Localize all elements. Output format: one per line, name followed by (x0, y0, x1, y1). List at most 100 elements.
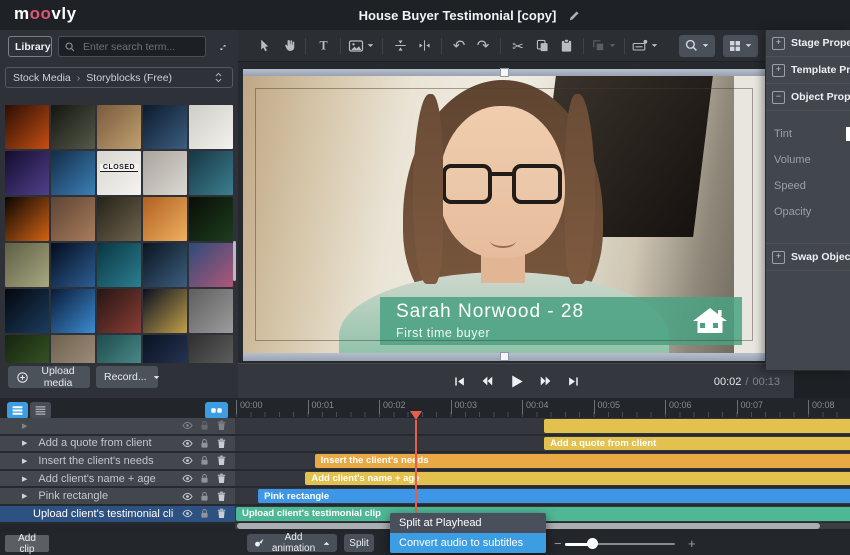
media-thumbnail-dark-flowers[interactable] (51, 105, 95, 149)
lower-third-overlay[interactable]: Sarah Norwood - 28 First time buyer (380, 297, 742, 345)
selection-handle[interactable] (500, 68, 509, 77)
cut-tool-button[interactable]: ✂ (506, 34, 530, 58)
track-header[interactable]: ▶ Pink rectangle (0, 488, 235, 504)
add-clip-button[interactable]: Add clip (5, 533, 49, 555)
lock-icon[interactable] (198, 437, 211, 450)
upload-media-button[interactable]: Upload media (8, 365, 90, 389)
search-input[interactable] (81, 39, 200, 54)
media-thumbnail-skin-closeup[interactable] (51, 197, 95, 241)
grid-view-tool-button[interactable] (723, 34, 758, 57)
media-thumbnail-skateboarder[interactable] (97, 105, 141, 149)
media-thumbnail-purple-galaxy[interactable] (5, 151, 49, 195)
eye-icon[interactable] (181, 490, 194, 503)
snap-button[interactable] (205, 402, 228, 419)
lock-icon[interactable] (198, 507, 211, 520)
clip-insert-the-client-s-needs[interactable]: Insert the client's needs (314, 454, 850, 468)
media-thumbnail-people-walking[interactable] (143, 151, 187, 195)
media-thumbnail-green-leaves[interactable] (5, 335, 49, 363)
trash-icon[interactable] (215, 454, 228, 467)
media-thumbnail-night-particles[interactable] (143, 335, 187, 363)
track-expand-arrow-icon[interactable]: ▶ (22, 422, 27, 430)
clip-add-a-quote-from-client[interactable]: Add a quote from client (544, 436, 850, 451)
trash-icon[interactable] (215, 507, 228, 520)
clip[interactable] (544, 419, 850, 433)
media-thumbnail-face-glasses-closeup[interactable] (189, 243, 233, 287)
redo-tool-button[interactable]: ↷ (471, 34, 495, 58)
zoom-tool-button[interactable] (679, 34, 715, 57)
play-button[interactable] (508, 373, 525, 390)
timeline-view-compact-button[interactable] (30, 402, 51, 419)
media-thumbnail-underwater-light[interactable] (97, 243, 141, 287)
lock-icon[interactable] (198, 419, 211, 432)
playhead-handle[interactable] (410, 411, 423, 420)
clip-add-client-s-name-age[interactable]: Add client's name + age (305, 471, 850, 486)
eye-icon[interactable] (181, 507, 194, 520)
selection-handle[interactable] (500, 352, 509, 361)
selection-bar-top[interactable] (243, 68, 765, 77)
undo-tool-button[interactable]: ↶ (447, 34, 471, 58)
media-thumbnail-ocean-waves[interactable] (97, 335, 141, 363)
skip-end-button[interactable] (567, 375, 580, 388)
fast-forward-button[interactable] (539, 374, 553, 388)
section-template-properties[interactable]: + Template Properties (766, 57, 850, 84)
context-menu-item-split-at-playhead[interactable]: Split at Playhead (390, 513, 546, 533)
media-thumbnail-code-screen[interactable] (189, 197, 233, 241)
track-header[interactable]: Upload client's testimonial clip (0, 505, 235, 522)
media-thumbnail-earth-horizon[interactable] (5, 289, 49, 333)
context-menu-item-convert-audio-to-subtitles[interactable]: Convert audio to subtitles (390, 533, 546, 553)
timeline-zoom-slider-knob[interactable] (587, 538, 598, 549)
library-scrollbar[interactable] (233, 241, 236, 281)
media-thumbnail-phone-in-hand[interactable] (143, 243, 187, 287)
media-thumbnail-earth-globe[interactable] (51, 243, 95, 287)
hand-tool-button[interactable] (276, 34, 300, 58)
trash-icon[interactable] (215, 437, 228, 450)
paste-tool-button[interactable] (554, 34, 578, 58)
expand-panel-button[interactable] (214, 38, 232, 56)
media-thumbnail-typing-keyboard[interactable] (97, 197, 141, 241)
lock-icon[interactable] (198, 472, 211, 485)
media-thumbnail-grayscale-dark[interactable] (189, 335, 233, 363)
property-tint[interactable]: Tint (766, 121, 850, 147)
video-preview[interactable]: Sarah Norwood - 28 First time buyer (243, 76, 765, 353)
media-source-select[interactable]: Stock Media › Storyblocks (Free) (5, 67, 233, 88)
track-expand-arrow-icon[interactable]: ▶ (22, 439, 27, 447)
media-thumbnail-glasses-reflection[interactable] (51, 151, 95, 195)
add-animation-button[interactable]: Add animation (247, 532, 337, 554)
media-thumbnail-silhouette-thinker[interactable] (143, 105, 187, 149)
property-opacity[interactable]: Opacity (766, 199, 850, 225)
timeline-ruler[interactable]: 00:00 00:01 00:02 00:03 00:04 00:05 00:06 00:07… (235, 398, 850, 417)
media-thumbnail-dollar-bills[interactable] (5, 243, 49, 287)
timeline-view-detailed-button[interactable] (7, 402, 28, 419)
track-header[interactable]: ▶ Add client's name + age (0, 470, 235, 487)
skip-start-button[interactable] (453, 375, 466, 388)
text-tool-button[interactable]: T (311, 34, 335, 58)
keyboard-shortcut-tool-button[interactable] (630, 34, 661, 58)
track-header[interactable]: ▶ (0, 418, 235, 434)
lock-icon[interactable] (198, 454, 211, 467)
pencil-icon[interactable] (568, 9, 581, 22)
media-thumbnail-blurry-rock[interactable] (51, 335, 95, 363)
track-header[interactable]: ▶ Insert the client's needs (0, 453, 235, 469)
track-header[interactable]: ▶ Add a quote from client (0, 435, 235, 452)
media-thumbnail-stressed-man[interactable] (97, 289, 141, 333)
section-swap-object[interactable]: + Swap Object (766, 243, 850, 271)
eye-icon[interactable] (181, 419, 194, 432)
eye-icon[interactable] (181, 472, 194, 485)
media-thumbnail-hologram-cube[interactable] (51, 289, 95, 333)
media-thumbnail-sunset-clouds[interactable] (143, 197, 187, 241)
property-volume[interactable]: Volume (766, 147, 850, 173)
lock-icon[interactable] (198, 490, 211, 503)
media-thumbnail-fire-sparks[interactable] (5, 105, 49, 149)
track-expand-arrow-icon[interactable]: ▶ (22, 475, 27, 483)
media-thumbnail-closed-sign[interactable]: CLOSED (97, 151, 141, 195)
track-expand-arrow-icon[interactable]: ▶ (22, 492, 27, 500)
library-tab[interactable]: Library (8, 36, 52, 57)
trash-icon[interactable] (215, 419, 228, 432)
split-button[interactable]: Split (344, 534, 374, 552)
timeline-zoom-in-button[interactable]: + (682, 534, 702, 552)
track-expand-arrow-icon[interactable]: ▶ (22, 457, 27, 465)
media-thumbnail-orange-fireball[interactable] (5, 197, 49, 241)
property-speed[interactable]: Speed (766, 173, 850, 199)
rewind-button[interactable] (480, 374, 494, 388)
record-button[interactable]: Record... (96, 366, 159, 388)
